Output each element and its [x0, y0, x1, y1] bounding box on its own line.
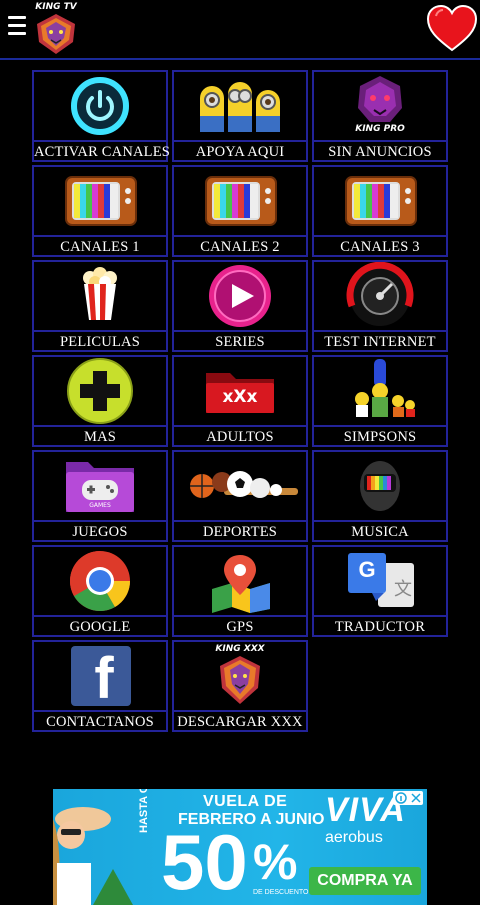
popcorn-icon: [34, 262, 166, 332]
retro-tv-icon: [34, 167, 166, 237]
tile-label: ACTIVAR CANALES: [34, 144, 171, 160]
tile-label: CANALES 1: [60, 239, 140, 255]
hamburger-menu-icon[interactable]: [8, 16, 26, 36]
play-button-icon: [174, 262, 306, 332]
ad-line1: VUELA DE: [203, 793, 288, 810]
art-text: xXx: [222, 387, 258, 407]
tile-label: TEST INTERNET: [324, 334, 436, 350]
king-pro-lion-icon: KING PRO: [314, 72, 446, 142]
chrome-icon: [34, 547, 166, 617]
tile-label: SERIES: [215, 334, 265, 350]
app-header: KING TV: [0, 0, 480, 60]
ad-banner[interactable]: VUELA DE FEBRERO A JUNIO HASTA CON 50 % …: [53, 789, 427, 905]
map-pin-icon: [174, 547, 306, 617]
tile-label: CONTACTANOS: [46, 714, 154, 730]
retro-tv-icon: [174, 167, 306, 237]
facebook-icon: f: [34, 642, 166, 712]
tile-canales-2[interactable]: CANALES 2: [172, 165, 308, 257]
ad-cta-button[interactable]: COMPRA YA: [309, 867, 421, 895]
music-helmet-icon: [314, 452, 446, 522]
ad-info-icon[interactable]: [393, 791, 423, 805]
ad-discount: 50: [161, 818, 248, 905]
tile-peliculas[interactable]: PELICULAS: [32, 260, 168, 352]
tile-activar-canales[interactable]: ACTIVAR CANALES: [32, 70, 171, 162]
art-text: f: [94, 646, 114, 711]
tile-label: CANALES 3: [340, 239, 420, 255]
retro-tv-icon: [314, 167, 446, 237]
ad-brand-sub: aerobus: [325, 829, 383, 846]
tile-label: APOYA AQUI: [195, 144, 285, 160]
tile-label: ADULTOS: [206, 429, 274, 445]
art-text: G: [358, 557, 376, 582]
tile-series[interactable]: SERIES: [172, 260, 308, 352]
tile-gps[interactable]: GPS: [172, 545, 308, 637]
tile-canales-1[interactable]: CANALES 1: [32, 165, 168, 257]
tile-test-internet[interactable]: TEST INTERNET: [312, 260, 448, 352]
tile-label: SIMPSONS: [343, 429, 417, 445]
speedometer-icon: [314, 261, 446, 332]
art-text: GAMES: [89, 502, 111, 509]
tile-label: DEPORTES: [202, 524, 278, 540]
sports-balls-icon: [174, 452, 306, 522]
xxx-folder-icon: xXx: [174, 357, 306, 427]
king-xxx-lion-icon: KING XXX: [174, 642, 306, 712]
tile-label: DESCARGAR XXX: [177, 714, 303, 730]
tile-traductor[interactable]: 文 G TRADUCTOR: [312, 545, 448, 637]
art-text: KING PRO: [355, 124, 405, 134]
tile-juegos[interactable]: GAMES JUEGOS: [32, 450, 168, 542]
tile-sin-anuncios[interactable]: KING PRO SIN ANUNCIOS: [312, 70, 448, 162]
tile-apoya-aqui[interactable]: APOYA AQUI: [172, 70, 308, 162]
tile-label: GPS: [226, 619, 254, 635]
tile-adultos[interactable]: xXx ADULTOS: [172, 355, 308, 447]
plus-circle-icon: [34, 357, 166, 427]
google-translate-icon: 文 G: [314, 547, 446, 617]
tile-label: JUEGOS: [72, 524, 128, 540]
tile-simpsons[interactable]: SIMPSONS: [312, 355, 448, 447]
tile-canales-3[interactable]: CANALES 3: [312, 165, 448, 257]
tile-musica[interactable]: MUSICA: [312, 450, 448, 542]
ad-hasta: HASTA CON: [138, 789, 150, 833]
ad-percent: %: [253, 834, 298, 890]
tile-label: MAS: [83, 429, 117, 445]
tile-label: CANALES 2: [200, 239, 280, 255]
tile-label: GOOGLE: [69, 619, 131, 635]
ad-desc: DE DESCUENTO: [253, 889, 309, 896]
tile-deportes[interactable]: DEPORTES: [172, 450, 308, 542]
svg-text:文: 文: [394, 579, 412, 600]
tile-google[interactable]: GOOGLE: [32, 545, 168, 637]
tile-descargar-xxx[interactable]: KING XXX DESCARGAR XXX: [172, 640, 308, 732]
tile-mas[interactable]: MAS: [32, 355, 168, 447]
heart-icon[interactable]: [426, 4, 478, 54]
power-icon: [34, 72, 166, 142]
tile-label: TRADUCTOR: [334, 619, 426, 635]
games-folder-icon: GAMES: [34, 452, 166, 522]
tile-label: MUSICA: [351, 524, 409, 540]
art-text: KING XXX: [215, 644, 265, 654]
tile-label: SIN ANUNCIOS: [328, 144, 432, 160]
tile-label: PELICULAS: [60, 334, 140, 350]
king-tv-logo: KING TV: [33, 2, 79, 56]
simpsons-family-icon: [314, 357, 446, 427]
tile-contactanos[interactable]: f CONTACTANOS: [32, 640, 168, 732]
minions-icon: [174, 72, 306, 142]
